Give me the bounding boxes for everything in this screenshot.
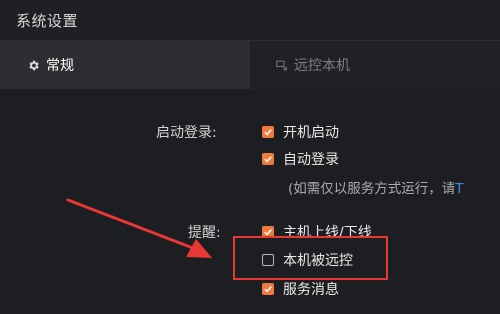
option-service-message[interactable]: 服务消息 (262, 279, 339, 299)
check-icon (264, 129, 272, 136)
annotation-highlight-box (233, 236, 388, 280)
tab-remote-control-label: 远控本机 (294, 58, 350, 74)
auto-login-label: 自动登录 (283, 152, 339, 168)
option-auto-login[interactable]: 自动登录 (262, 149, 339, 169)
service-mode-hint-link[interactable]: T (455, 181, 463, 197)
service-mode-hint: (如需仅以服务方式运行，请T (288, 177, 464, 197)
reminder-label: 提醒: (188, 225, 221, 241)
check-icon (264, 156, 272, 163)
settings-window: 系统设置 常规 远控本机 启动登录: 开机启动 自动登录 (如需仅以服务方式运行… (0, 0, 500, 314)
title-bar: 系统设置 (0, 0, 500, 41)
gear-icon (26, 58, 40, 72)
window-title: 系统设置 (16, 12, 79, 30)
auto-start-checkbox[interactable] (262, 126, 274, 138)
startup-label: 启动登录: (156, 125, 217, 141)
tab-bar: 常规 远控本机 (0, 41, 500, 89)
remote-control-icon (274, 58, 288, 72)
tab-remote-control[interactable]: 远控本机 (250, 41, 500, 89)
tab-general-label: 常规 (46, 58, 74, 74)
service-mode-hint-text: (如需仅以服务方式运行，请 (288, 181, 456, 197)
auto-login-checkbox[interactable] (262, 153, 274, 165)
check-icon (264, 286, 272, 293)
tab-general[interactable]: 常规 (0, 41, 250, 89)
service-message-checkbox[interactable] (262, 283, 274, 295)
auto-start-label: 开机启动 (283, 125, 339, 141)
option-auto-start[interactable]: 开机启动 (262, 122, 339, 142)
service-message-label: 服务消息 (283, 282, 339, 298)
